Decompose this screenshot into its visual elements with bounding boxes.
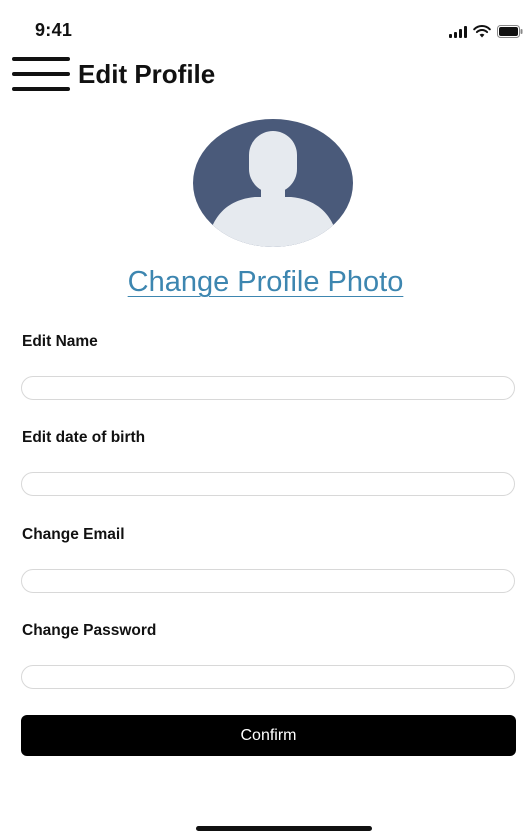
wifi-icon [473,25,491,38]
change-email-label: Change Email [22,526,125,543]
edit-name-label: Edit Name [22,333,98,350]
status-icons [449,22,523,38]
edit-dob-label: Edit date of birth [22,429,146,446]
page-title: Edit Profile [78,58,216,89]
change-password-label: Change Password [22,622,157,639]
battery-icon [497,25,523,38]
confirm-button[interactable]: Confirm [21,715,516,756]
signal-icon [449,26,467,38]
header: Edit Profile [12,54,215,94]
status-bar: 9:41 [0,0,531,60]
change-profile-photo-link[interactable]: Change Profile Photo [0,266,531,299]
change-password-input[interactable] [21,665,515,689]
avatar-placeholder-icon [193,119,353,247]
change-email-input[interactable] [21,569,515,593]
edit-name-input[interactable] [21,376,515,400]
status-time: 9:41 [35,20,73,40]
home-indicator [196,826,372,831]
edit-dob-input[interactable] [21,472,515,496]
change-profile-photo-label[interactable]: Change Profile Photo [128,266,404,298]
menu-icon[interactable] [12,57,70,91]
